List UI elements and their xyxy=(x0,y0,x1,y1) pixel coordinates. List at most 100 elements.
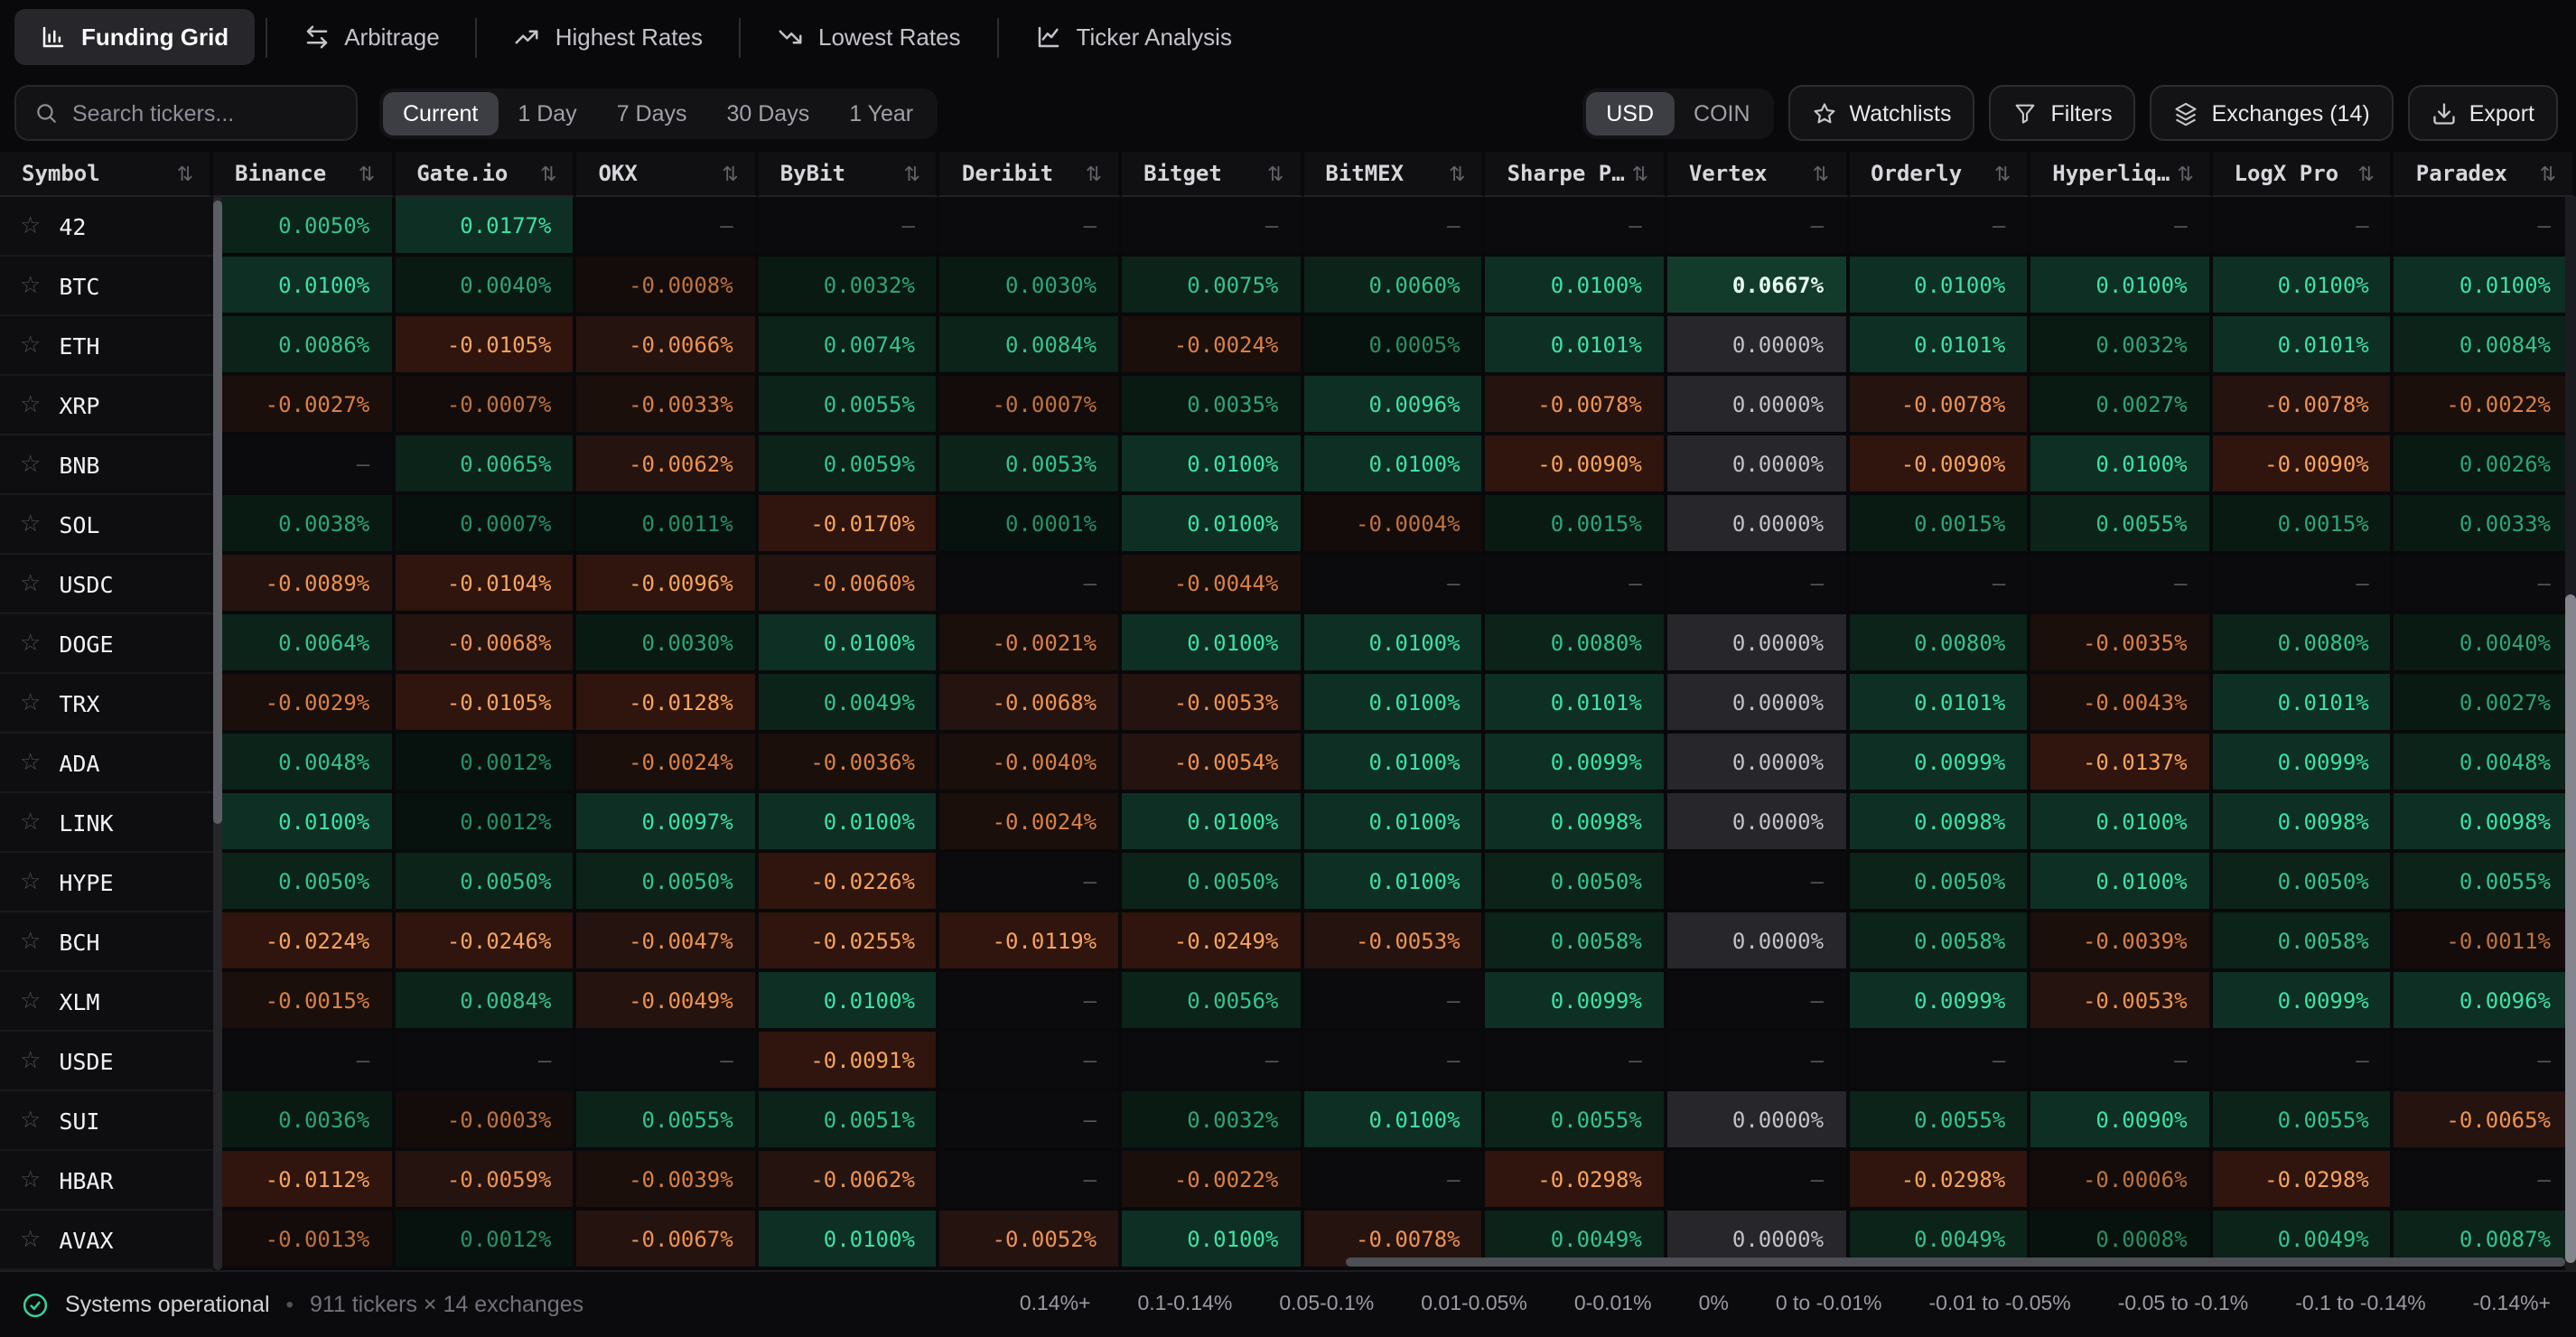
rate-cell[interactable]: 0.0005% xyxy=(1303,316,1485,376)
rate-cell[interactable]: -0.0022% xyxy=(2394,376,2576,435)
column-header-bitget[interactable]: Bitget⇅ xyxy=(1122,152,1303,197)
rate-cell[interactable]: 0.0080% xyxy=(1486,614,1667,674)
rate-cell[interactable]: – xyxy=(2030,1032,2212,1091)
rate-cell[interactable]: 0.0000% xyxy=(1667,912,1849,972)
symbol-cell[interactable]: ☆TRX xyxy=(0,674,213,734)
rate-cell[interactable]: 0.0101% xyxy=(1486,316,1667,376)
rate-cell[interactable]: -0.0027% xyxy=(213,376,395,435)
rate-cell[interactable]: 0.0100% xyxy=(1303,614,1485,674)
rate-cell[interactable]: -0.0015% xyxy=(213,972,395,1032)
rate-cell[interactable]: 0.0050% xyxy=(395,853,576,912)
inner-vertical-scrollbar-thumb[interactable] xyxy=(213,201,222,824)
rate-cell[interactable]: – xyxy=(2394,1151,2576,1211)
rate-cell[interactable]: – xyxy=(2394,197,2576,257)
rate-cell[interactable]: 0.0059% xyxy=(759,435,940,495)
favorite-star-icon[interactable]: ☆ xyxy=(20,870,41,893)
rate-cell[interactable]: -0.0066% xyxy=(576,316,758,376)
favorite-star-icon[interactable]: ☆ xyxy=(20,1108,41,1132)
favorite-star-icon[interactable]: ☆ xyxy=(20,572,41,595)
rate-cell[interactable]: 0.0007% xyxy=(395,495,576,555)
rate-cell[interactable]: – xyxy=(940,1091,1122,1151)
rate-cell[interactable]: 0.0100% xyxy=(2394,257,2576,316)
rate-cell[interactable]: -0.0065% xyxy=(2394,1091,2576,1151)
column-header-binance[interactable]: Binance⇅ xyxy=(213,152,395,197)
rate-cell[interactable]: 0.0012% xyxy=(395,1211,576,1270)
rate-cell[interactable]: 0.0096% xyxy=(2394,972,2576,1032)
rate-cell[interactable]: 0.0058% xyxy=(1849,912,2030,972)
rate-cell[interactable]: 0.0050% xyxy=(213,853,395,912)
rate-cell[interactable]: 0.0100% xyxy=(1122,1211,1303,1270)
rate-cell[interactable]: – xyxy=(2030,197,2212,257)
rate-cell[interactable]: – xyxy=(2213,1032,2394,1091)
symbol-cell[interactable]: ☆XLM xyxy=(0,972,213,1032)
time-filter-1-day[interactable]: 1 Day xyxy=(498,91,596,135)
inner-vertical-scrollbar[interactable] xyxy=(213,197,222,1270)
favorite-star-icon[interactable]: ☆ xyxy=(20,691,41,715)
rate-cell[interactable]: 0.0065% xyxy=(395,435,576,495)
rate-cell[interactable]: -0.0043% xyxy=(2030,674,2212,734)
favorite-star-icon[interactable]: ☆ xyxy=(20,512,41,536)
rate-cell[interactable]: 0.0000% xyxy=(1667,674,1849,734)
rate-cell[interactable]: – xyxy=(1303,1151,1485,1211)
tab-arbitrage[interactable]: Arbitrage xyxy=(277,9,465,65)
rate-cell[interactable]: 0.0050% xyxy=(213,197,395,257)
vertical-scrollbar[interactable] xyxy=(2565,197,2576,1270)
rate-cell[interactable]: – xyxy=(940,1032,1122,1091)
rate-cell[interactable]: 0.0048% xyxy=(2394,734,2576,793)
rate-cell[interactable]: -0.0096% xyxy=(576,555,758,614)
rate-cell[interactable]: 0.0050% xyxy=(1849,853,2030,912)
rate-cell[interactable]: 0.0100% xyxy=(1122,614,1303,674)
tab-funding-grid[interactable]: Funding Grid xyxy=(14,9,254,65)
rate-cell[interactable]: – xyxy=(213,1032,395,1091)
rate-cell[interactable]: -0.0049% xyxy=(576,972,758,1032)
rate-cell[interactable]: 0.0098% xyxy=(2394,793,2576,853)
favorite-star-icon[interactable]: ☆ xyxy=(20,631,41,655)
favorite-star-icon[interactable]: ☆ xyxy=(20,1049,41,1072)
rate-cell[interactable]: 0.0050% xyxy=(1122,853,1303,912)
rate-cell[interactable]: – xyxy=(1303,1032,1485,1091)
rate-cell[interactable]: -0.0006% xyxy=(2030,1151,2212,1211)
rate-cell[interactable]: 0.0038% xyxy=(213,495,395,555)
rate-cell[interactable]: 0.0050% xyxy=(576,853,758,912)
rate-cell[interactable]: – xyxy=(1486,555,1667,614)
symbol-cell[interactable]: ☆BCH xyxy=(0,912,213,972)
column-header-okx[interactable]: OKX⇅ xyxy=(576,152,758,197)
rate-cell[interactable]: 0.0096% xyxy=(1303,376,1485,435)
rate-cell[interactable]: 0.0667% xyxy=(1667,257,1849,316)
rate-cell[interactable]: -0.0078% xyxy=(1486,376,1667,435)
rate-cell[interactable]: -0.0004% xyxy=(1303,495,1485,555)
rate-cell[interactable]: – xyxy=(1486,1032,1667,1091)
rate-cell[interactable]: 0.0000% xyxy=(1667,435,1849,495)
rate-cell[interactable]: -0.0024% xyxy=(576,734,758,793)
rate-cell[interactable]: -0.0053% xyxy=(1122,674,1303,734)
symbol-cell[interactable]: ☆XRP xyxy=(0,376,213,435)
favorite-star-icon[interactable]: ☆ xyxy=(20,1168,41,1192)
rate-cell[interactable]: -0.0040% xyxy=(940,734,1122,793)
currency-usd[interactable]: USD xyxy=(1586,91,1674,135)
rate-cell[interactable]: -0.0090% xyxy=(1486,435,1667,495)
rate-cell[interactable]: 0.0040% xyxy=(2394,614,2576,674)
rate-cell[interactable]: -0.0128% xyxy=(576,674,758,734)
rate-cell[interactable]: 0.0015% xyxy=(1849,495,2030,555)
rate-cell[interactable]: -0.0068% xyxy=(940,674,1122,734)
rate-cell[interactable]: 0.0100% xyxy=(1303,435,1485,495)
tab-lowest-rates[interactable]: Lowest Rates xyxy=(751,9,986,65)
rate-cell[interactable]: 0.0101% xyxy=(1486,674,1667,734)
rate-cell[interactable]: 0.0177% xyxy=(395,197,576,257)
rate-cell[interactable]: -0.0078% xyxy=(2213,376,2394,435)
rate-cell[interactable]: 0.0100% xyxy=(213,793,395,853)
favorite-star-icon[interactable]: ☆ xyxy=(20,393,41,416)
export-button[interactable]: Export xyxy=(2408,85,2558,141)
rate-cell[interactable]: – xyxy=(1667,853,1849,912)
rate-cell[interactable]: -0.0298% xyxy=(1849,1151,2030,1211)
rate-cell[interactable]: 0.0055% xyxy=(1849,1091,2030,1151)
column-header-bybit[interactable]: ByBit⇅ xyxy=(759,152,940,197)
favorite-star-icon[interactable]: ☆ xyxy=(20,751,41,774)
rate-cell[interactable]: 0.0100% xyxy=(1849,257,2030,316)
rate-cell[interactable]: -0.0024% xyxy=(1122,316,1303,376)
rate-cell[interactable]: -0.0298% xyxy=(2213,1151,2394,1211)
rate-cell[interactable]: 0.0100% xyxy=(1303,793,1485,853)
symbol-cell[interactable]: ☆HYPE xyxy=(0,853,213,912)
column-header-logx-pro[interactable]: LogX Pro⇅ xyxy=(2213,152,2394,197)
rate-cell[interactable]: 0.0100% xyxy=(1122,495,1303,555)
